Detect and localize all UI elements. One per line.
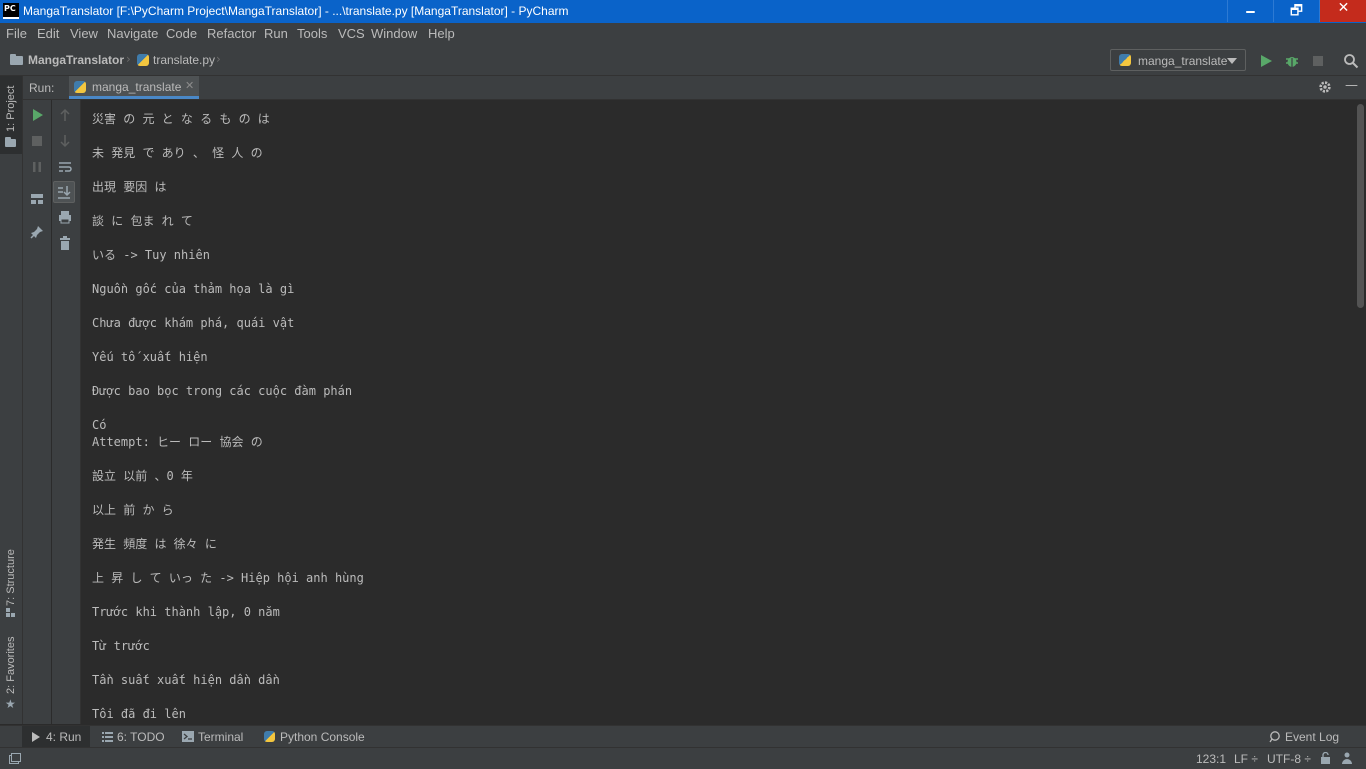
menu-file[interactable]: File [6,26,27,41]
chevron-down-icon [1227,58,1237,64]
run-configuration-selector[interactable]: manga_translate [1110,49,1246,71]
breadcrumb-project[interactable]: MangaTranslator [28,53,124,67]
structure-tab-label: 7: Structure [5,549,17,606]
menu-vcs[interactable]: VCS [338,26,365,41]
event-log-label: Event Log [1285,730,1340,744]
restore-button[interactable]: 🗗 [1273,0,1319,22]
scroll-to-end-icon [58,186,71,199]
event-log-tab[interactable]: Event Log [1266,726,1346,748]
tab-todo[interactable]: 6: TODO [98,726,168,748]
tab-run-label: 4: Run [46,730,82,744]
stop-icon[interactable] [1310,53,1326,69]
favorites-tab-label: 2: Favorites [5,636,17,694]
event-log-icon [1269,731,1280,743]
window-title: MangaTranslator [F:\PyCharm Project\Mang… [23,4,569,18]
bottom-tool-tabs: 4: Run 6: TODO Terminal Python Console E… [0,725,1366,748]
tab-terminal-label: Terminal [198,730,244,744]
stop-icon[interactable] [29,133,45,149]
close-tab-icon[interactable]: ✕ [185,79,194,92]
menu-navigate[interactable]: Navigate [107,26,158,41]
run-icon[interactable] [1258,53,1274,69]
terminal-icon [182,731,194,742]
folder-icon [10,54,23,65]
python-icon [264,731,275,742]
vertical-scrollbar[interactable] [1357,104,1364,308]
menu-edit[interactable]: Edit [37,26,59,41]
print-icon[interactable] [57,209,73,225]
run-tab-label: manga_translate [92,80,182,94]
tab-todo-label: 6: TODO [117,730,165,744]
menu-help[interactable]: Help [428,26,455,41]
status-bar: 123:1 LF ÷ UTF-8 ÷ [0,747,1366,769]
breadcrumb-file[interactable]: translate.py [153,53,215,67]
left-tool-stripe: 1: Project 7: Structure 2: Favorites ★ [0,76,23,724]
tab-python-console-label: Python Console [280,730,365,744]
console-text: 災害 の 元 と な る も の は 未 発見 で あり 、 怪 人 の 出現 … [92,112,364,721]
trash-icon[interactable] [57,235,73,251]
breadcrumb-separator-icon: › [126,52,131,66]
run-panel-label: Run: [29,81,55,95]
gear-icon[interactable] [1318,80,1332,94]
run-tab-manga-translate[interactable]: manga_translate ✕ [69,76,199,99]
console-output[interactable]: 災害 の 元 と な る も の は 未 発見 で あり 、 怪 人 の 出現 … [81,100,1354,724]
search-icon[interactable] [1343,53,1359,69]
list-icon [102,732,113,742]
structure-tool-tab[interactable]: 7: Structure [0,536,22,618]
pin-icon[interactable] [29,224,45,240]
menu-window[interactable]: Window [371,26,417,41]
toolbar-divider [51,100,52,724]
project-tool-tab[interactable]: 1: Project [0,76,22,154]
minimize-button[interactable]: 🗕 [1227,0,1273,22]
title-bar: PC MangaTranslator [F:\PyCharm Project\M… [0,0,1366,23]
inspector-icon[interactable] [1342,752,1355,764]
hide-panel-icon[interactable]: — [1345,78,1358,93]
pause-icon[interactable] [29,159,45,175]
structure-icon [6,608,15,617]
lock-icon[interactable] [1320,752,1331,764]
line-separator[interactable]: LF ÷ [1234,752,1258,766]
favorites-tool-tab[interactable]: 2: Favorites ★ [0,636,22,718]
menu-refactor[interactable]: Refactor [207,26,256,41]
run-panel-header: Run: manga_translate ✕ — [23,76,1366,100]
project-folder-icon [5,137,16,147]
caret-position[interactable]: 123:1 [1196,752,1226,766]
restore-layout-icon[interactable] [29,191,45,207]
run-toolbar [23,100,81,724]
tab-run[interactable]: 4: Run [22,726,90,748]
menu-run[interactable]: Run [264,26,288,41]
python-icon [74,81,86,93]
breadcrumb-separator-icon: › [216,52,221,66]
python-file-icon [137,54,149,66]
menu-tools[interactable]: Tools [297,26,327,41]
arrow-down-icon[interactable] [57,133,73,149]
scroll-to-end-button[interactable] [53,181,75,203]
star-icon: ★ [5,697,16,711]
python-icon [1119,54,1131,66]
tab-python-console[interactable]: Python Console [260,726,370,748]
debug-icon[interactable] [1284,53,1300,69]
tool-window-toggle-icon[interactable] [9,753,21,764]
arrow-up-icon[interactable] [57,107,73,123]
tab-terminal[interactable]: Terminal [178,726,254,748]
pycharm-logo-icon: PC [3,3,19,19]
rerun-icon[interactable] [29,107,45,123]
close-window-button[interactable]: ✕ [1319,0,1366,22]
project-tab-label: 1: Project [5,85,17,132]
run-icon [32,732,40,742]
menu-code[interactable]: Code [166,26,197,41]
menu-view[interactable]: View [70,26,98,41]
soft-wrap-icon[interactable] [57,159,73,175]
run-configuration-label: manga_translate [1138,54,1228,68]
file-encoding[interactable]: UTF-8 ÷ [1267,752,1311,766]
menu-bar: File Edit View Navigate Code Refactor Ru… [0,23,1366,45]
